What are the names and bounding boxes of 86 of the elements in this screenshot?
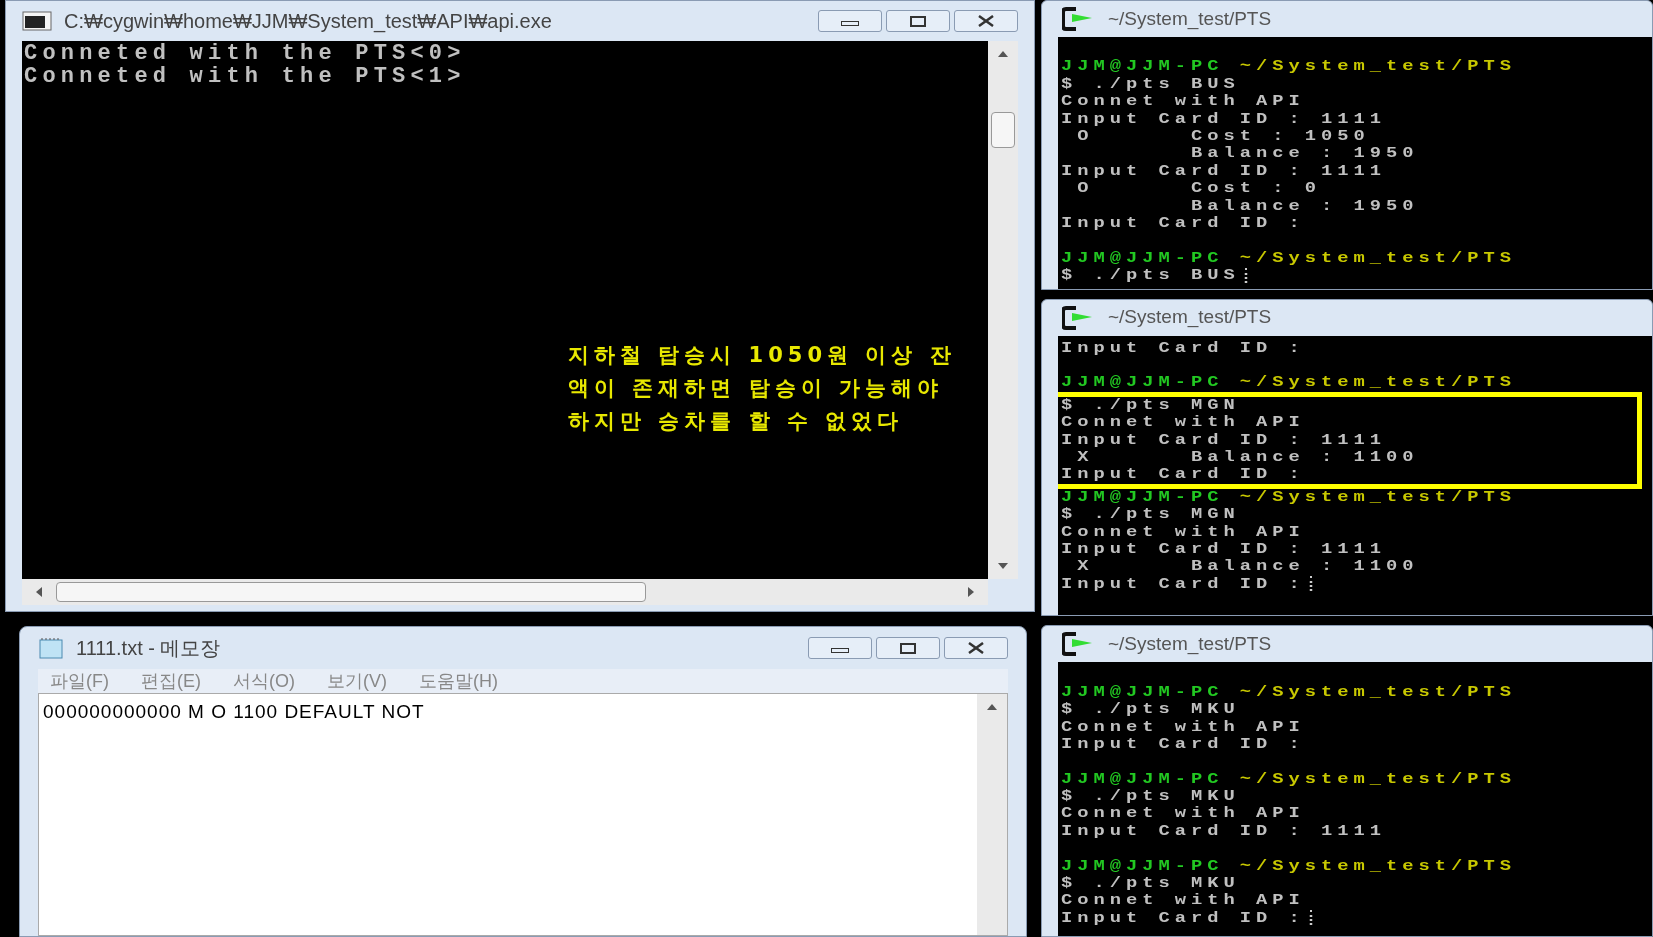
terminal-output: $ ./pts MKU [1061,788,1240,806]
terminal-output: Input Card ID : [1061,214,1305,233]
terminal-output: Input Card ID : 1111 [1061,541,1387,559]
prompt-path: ~/System_test/PTS [1239,58,1517,76]
terminal-output: Connet with API [1061,414,1305,432]
console-output: Conneted with the PTS<0> [24,42,466,65]
terminal-output: $ ./pts BUS [1061,75,1240,94]
window-title: ~/System_test/PTS [1108,6,1272,32]
prompt-user: JJM@JJM-PC [1061,58,1224,76]
terminal-output: Connet with API [1061,93,1305,111]
minimize-button[interactable] [818,10,882,32]
prompt-path: ~/System_test/PTS [1239,374,1517,392]
menu-item[interactable]: 서식(O) [233,672,295,690]
prompt-user: JJM@JJM-PC [1061,249,1224,268]
maximize-button[interactable] [886,10,950,32]
terminal-output: $ ./pts MGN [1061,506,1240,524]
terminal-output: Input Card ID : [1061,339,1305,358]
terminal-output: Connet with API [1061,805,1305,823]
close-icon [967,642,985,654]
prompt-user: JJM@JJM-PC [1061,488,1224,507]
vertical-scrollbar[interactable] [988,41,1018,579]
scroll-thumb[interactable] [56,582,646,602]
prompt-user: JJM@JJM-PC [1061,857,1224,876]
close-icon [977,15,995,27]
text-cursor [1309,576,1313,592]
scroll-up-icon [998,49,1008,59]
terminal-output: X Balance : 1100 [1076,449,1419,467]
window-title: ~/System_test/PTS [1108,632,1272,657]
prompt-path: ~/System_test/PTS [1239,249,1517,268]
annotation-text: 액이 존재하면 탑승이 가능해야 [568,376,943,400]
terminal-output: Input Card ID : 1111 [1061,110,1387,128]
terminal-output: X Balance : 1100 [1076,558,1419,576]
minimize-button[interactable] [808,637,872,659]
terminal-output: Connet with API [1061,523,1305,541]
prompt-path: ~/System_test/PTS [1239,857,1517,876]
terminal-output: Input Card ID : 1111 [1061,822,1387,841]
terminal-output: Connet with API [1061,718,1305,736]
terminal-output: Input Card ID : 1111 [1061,431,1387,450]
menu-item[interactable]: 도움말(H) [419,672,498,690]
window-title: ~/System_test/PTS [1108,305,1272,330]
terminal-output: $ ./pts MKU [1061,875,1240,893]
text-cursor [1309,910,1313,926]
terminal-output: $ ./pts MKU [1061,701,1240,719]
scroll-down-icon [998,561,1008,571]
terminal-output: Input Card ID : 1111 [1061,162,1387,181]
window-title: 1111.txt - 메모장 [76,636,221,661]
text-cursor [1244,267,1248,283]
console-output: Conneted with the PTS<1> [24,65,466,88]
terminal-output: Input Card ID : [1061,909,1305,928]
prompt-path: ~/System_test/PTS [1239,770,1517,789]
prompt-user: JJM@JJM-PC [1061,374,1224,392]
maximize-icon [900,642,916,654]
terminal-output: Input Card ID : [1061,735,1305,754]
terminal-output: Input Card ID : [1061,466,1305,484]
scroll-thumb[interactable] [991,112,1015,148]
console-icon [22,11,52,31]
minimize-icon [841,20,859,26]
maximize-button[interactable] [876,637,940,659]
prompt-path: ~/System_test/PTS [1239,488,1517,507]
terminal-output: O Cost : 0 [1076,180,1322,198]
close-button[interactable] [944,637,1008,659]
terminal-output: Input Card ID : [1061,575,1305,594]
terminal-output: O Cost : 1050 [1076,127,1370,146]
horizontal-scrollbar[interactable] [22,579,988,605]
vertical-scrollbar[interactable] [977,694,1007,935]
annotation-text: 지하철 탑승시 1050원 이상 잔 [568,343,956,367]
minimize-icon [831,647,849,653]
window-title: C:₩cygwin₩home₩JJM₩System_test₩API₩api.exe [64,9,552,35]
prompt-path: ~/System_test/PTS [1239,683,1517,702]
menu-item[interactable]: 편집(E) [141,672,201,690]
menu-item[interactable]: 보기(V) [327,672,387,690]
maximize-icon [910,15,926,27]
terminal-output: Balance : 1950 [1190,197,1419,215]
terminal-output: Balance : 1950 [1190,145,1419,163]
terminal-output: $ ./pts MGN [1061,396,1240,415]
menu-item[interactable]: 파일(F) [50,672,109,690]
prompt-user: JJM@JJM-PC [1061,683,1224,702]
terminal-output: $ ./pts BUS [1061,267,1240,285]
annotation-text: 하지만 승차를 할 수 없었다 [568,409,904,433]
notepad-icon [38,637,64,659]
scroll-left-icon [34,587,44,597]
terminal-output: Connet with API [1061,892,1305,910]
close-button[interactable] [954,10,1018,32]
prompt-user: JJM@JJM-PC [1061,770,1224,789]
scroll-up-icon [987,702,997,712]
scroll-right-icon [966,587,976,597]
